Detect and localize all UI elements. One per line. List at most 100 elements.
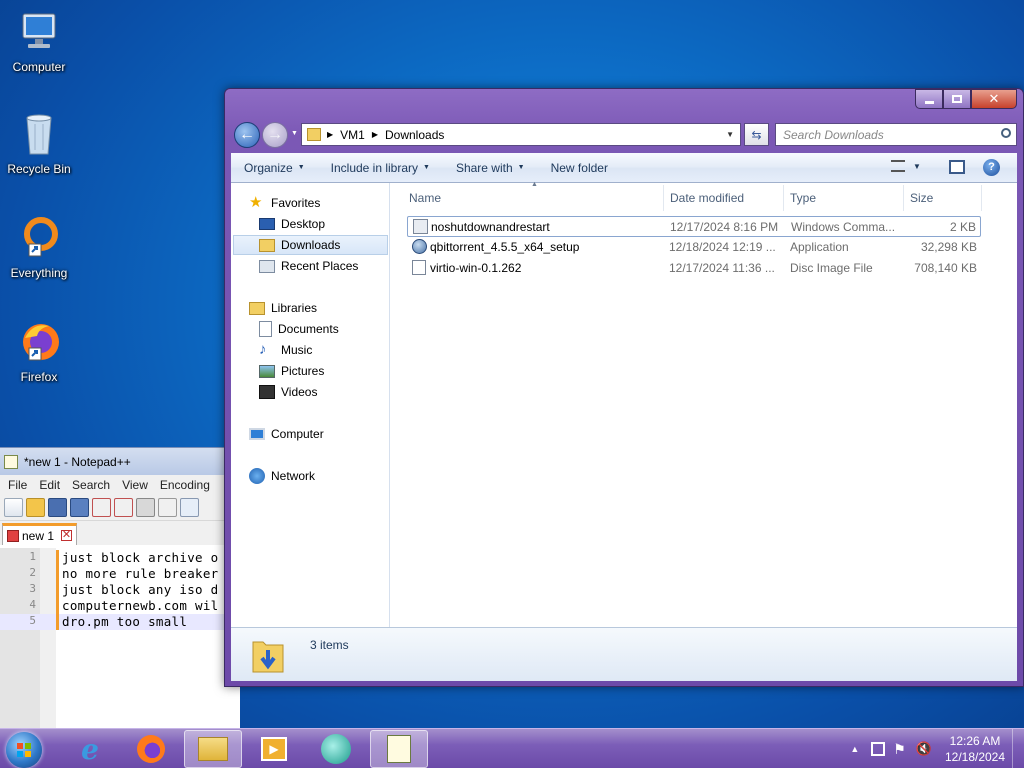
recent-pages-dropdown-icon[interactable]: ▼ [291,130,298,137]
nav-documents[interactable]: Documents [259,319,339,339]
file-size: 32,298 KB [920,240,977,254]
taskbar-explorer[interactable] [184,730,242,768]
notepadpp-window[interactable]: *new 1 - Notepad++ File Edit Search View… [0,447,240,732]
refresh-button[interactable]: ⇆ [744,123,769,146]
nav-label: Pictures [281,364,325,378]
nav-videos[interactable]: Videos [259,382,317,402]
nav-network[interactable]: Network [249,466,315,486]
taskbar-app-green[interactable] [307,730,365,768]
close-button[interactable]: ✕ [971,89,1017,109]
include-in-library-button[interactable]: Include in library ▼ [318,161,443,175]
start-button[interactable] [6,732,42,768]
column-separator[interactable] [903,185,904,211]
notepadpp-editor[interactable]: 1 just block archive o 2 no more rule brea… [0,548,240,732]
explorer-window[interactable]: ✕ ← → ▼ ▶ VM1 ▶ Downloads ▼ ⇆ Search Dow… [224,88,1024,687]
nav-pictures[interactable]: Pictures [259,361,324,381]
change-marker [56,550,59,566]
forward-button[interactable]: → [262,122,288,148]
tab-close-icon[interactable]: ✕ [61,530,73,541]
nav-computer[interactable]: Computer [249,424,324,444]
menu-encoding[interactable]: Encoding [160,478,210,492]
back-button[interactable]: ← [234,122,260,148]
column-label: Size [910,191,934,205]
star-icon: ★ [249,194,263,211]
nav-music[interactable]: ♪ Music [259,340,312,360]
help-icon[interactable]: ? [983,159,1000,176]
line-text: just block any iso d [62,582,219,597]
address-dropdown-icon[interactable]: ▼ [726,130,734,139]
breadcrumb-separator-icon[interactable]: ▶ [372,130,378,139]
menu-search[interactable]: Search [72,478,110,492]
nav-libraries[interactable]: Libraries [249,298,317,318]
new-file-icon[interactable] [4,498,23,517]
taskbar-internet-explorer[interactable]: e [61,730,119,768]
desktop-icon-firefox[interactable]: Firefox [1,318,77,384]
volume-muted-icon[interactable]: 🔇 [916,741,932,757]
network-tray-icon[interactable] [871,742,886,756]
nav-favorites[interactable]: ★ Favorites [249,193,320,213]
nav-downloads[interactable]: Downloads [233,235,388,255]
taskbar-firefox[interactable] [122,730,180,768]
file-name: virtio-win-0.1.262 [430,261,522,275]
notepadpp-titlebar[interactable]: *new 1 - Notepad++ [0,448,240,475]
save-all-icon[interactable] [70,498,89,517]
change-marker [56,566,59,582]
save-icon[interactable] [48,498,67,517]
action-center-flag-icon[interactable]: ⚑ [893,741,906,758]
breadcrumb-separator-icon[interactable]: ▶ [327,130,333,139]
media-player-icon: ▶ [261,737,287,761]
column-header-size[interactable]: Size [910,185,980,211]
preview-pane-icon[interactable] [949,160,965,174]
nav-label: Computer [271,427,324,441]
search-box[interactable]: Search Downloads [775,123,1017,146]
taskbar-notepadpp[interactable] [370,730,428,768]
maximize-button[interactable] [943,89,971,109]
desktop-icon-everything[interactable]: Everything [1,214,77,280]
tab-new-1[interactable]: new 1 ✕ [2,523,78,545]
column-separator[interactable] [783,185,784,211]
breadcrumb-downloads[interactable]: Downloads [385,128,444,142]
view-options-button[interactable]: ▼ [891,160,921,172]
clock[interactable]: 12:26 AM 12/18/2024 [938,733,1012,765]
copy-icon[interactable] [180,498,199,517]
desktop-icon-computer[interactable]: Computer [1,8,77,74]
menu-file[interactable]: File [8,478,27,492]
close-all-icon[interactable] [114,498,133,517]
desktop-icon-label: Recycle Bin [7,162,71,176]
print-icon[interactable] [136,498,155,517]
new-folder-button[interactable]: New folder [538,161,621,175]
recycle-bin-icon [15,110,63,158]
minimize-button[interactable] [915,89,943,109]
column-header-type[interactable]: Type [790,185,903,211]
column-separator[interactable] [981,185,982,211]
column-header-date[interactable]: Date modified [670,185,783,211]
nav-desktop[interactable]: Desktop [259,214,325,234]
chevron-down-icon: ▼ [297,164,305,171]
search-icon [1001,128,1011,138]
show-hidden-icons-icon[interactable]: ▲ [850,744,859,754]
file-row[interactable]: qbittorrent_4.5.5_x64_setup 12/18/2024 1… [407,237,981,258]
menu-edit[interactable]: Edit [39,478,60,492]
file-type: Windows Comma... [791,220,896,234]
share-with-button[interactable]: Share with ▼ [443,161,538,175]
address-bar[interactable]: ▶ VM1 ▶ Downloads ▼ [301,123,741,146]
column-separator[interactable] [663,185,664,211]
open-file-icon[interactable] [26,498,45,517]
taskbar-media-player[interactable]: ▶ [245,730,303,768]
close-file-icon[interactable] [92,498,111,517]
line-number: 1 [29,550,36,563]
qbittorrent-icon [412,239,427,254]
cut-icon[interactable] [158,498,177,517]
menu-view[interactable]: View [122,478,148,492]
show-desktop-button[interactable] [1012,729,1024,768]
internet-explorer-icon: e [81,732,99,766]
breadcrumb-vm1[interactable]: VM1 [340,128,365,142]
column-header-name[interactable]: Name [409,185,664,211]
organize-button[interactable]: Organize ▼ [231,161,318,175]
close-icon: ✕ [988,91,1000,106]
nav-recent-places[interactable]: Recent Places [259,256,358,276]
file-row[interactable]: virtio-win-0.1.262 12/17/2024 11:36 ... … [407,258,981,279]
notepadpp-menubar: File Edit Search View Encoding [0,475,240,495]
desktop-icon-recycle-bin[interactable]: Recycle Bin [1,110,77,176]
file-row[interactable]: noshutdownandrestart 12/17/2024 8:16 PM … [407,216,981,237]
